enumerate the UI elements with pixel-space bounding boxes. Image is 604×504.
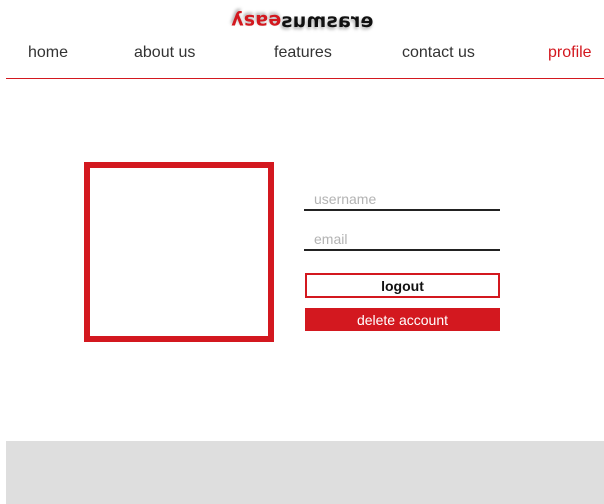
nav-item-about-us[interactable]: about us [134,44,195,62]
logo-erasmus-text: erasmus [280,10,374,32]
delete-account-button[interactable]: delete account [305,308,500,331]
nav-item-features[interactable]: features [274,44,332,62]
nav-item-home[interactable]: home [28,44,68,62]
username-field[interactable] [304,189,500,211]
nav-item-contact-us[interactable]: contact us [402,44,475,62]
site-logo[interactable]: easyerasmus [0,9,604,33]
profile-page: easyerasmus home about us features conta… [0,0,604,504]
nav-divider [6,78,604,79]
logo-easy-text: easy [230,10,281,32]
main-nav: home about us features contact us profil… [0,44,604,70]
footer [6,441,604,504]
avatar[interactable] [84,162,274,342]
email-field[interactable] [304,229,500,251]
logout-button[interactable]: logout [305,273,500,298]
nav-item-profile[interactable]: profile [548,44,592,62]
